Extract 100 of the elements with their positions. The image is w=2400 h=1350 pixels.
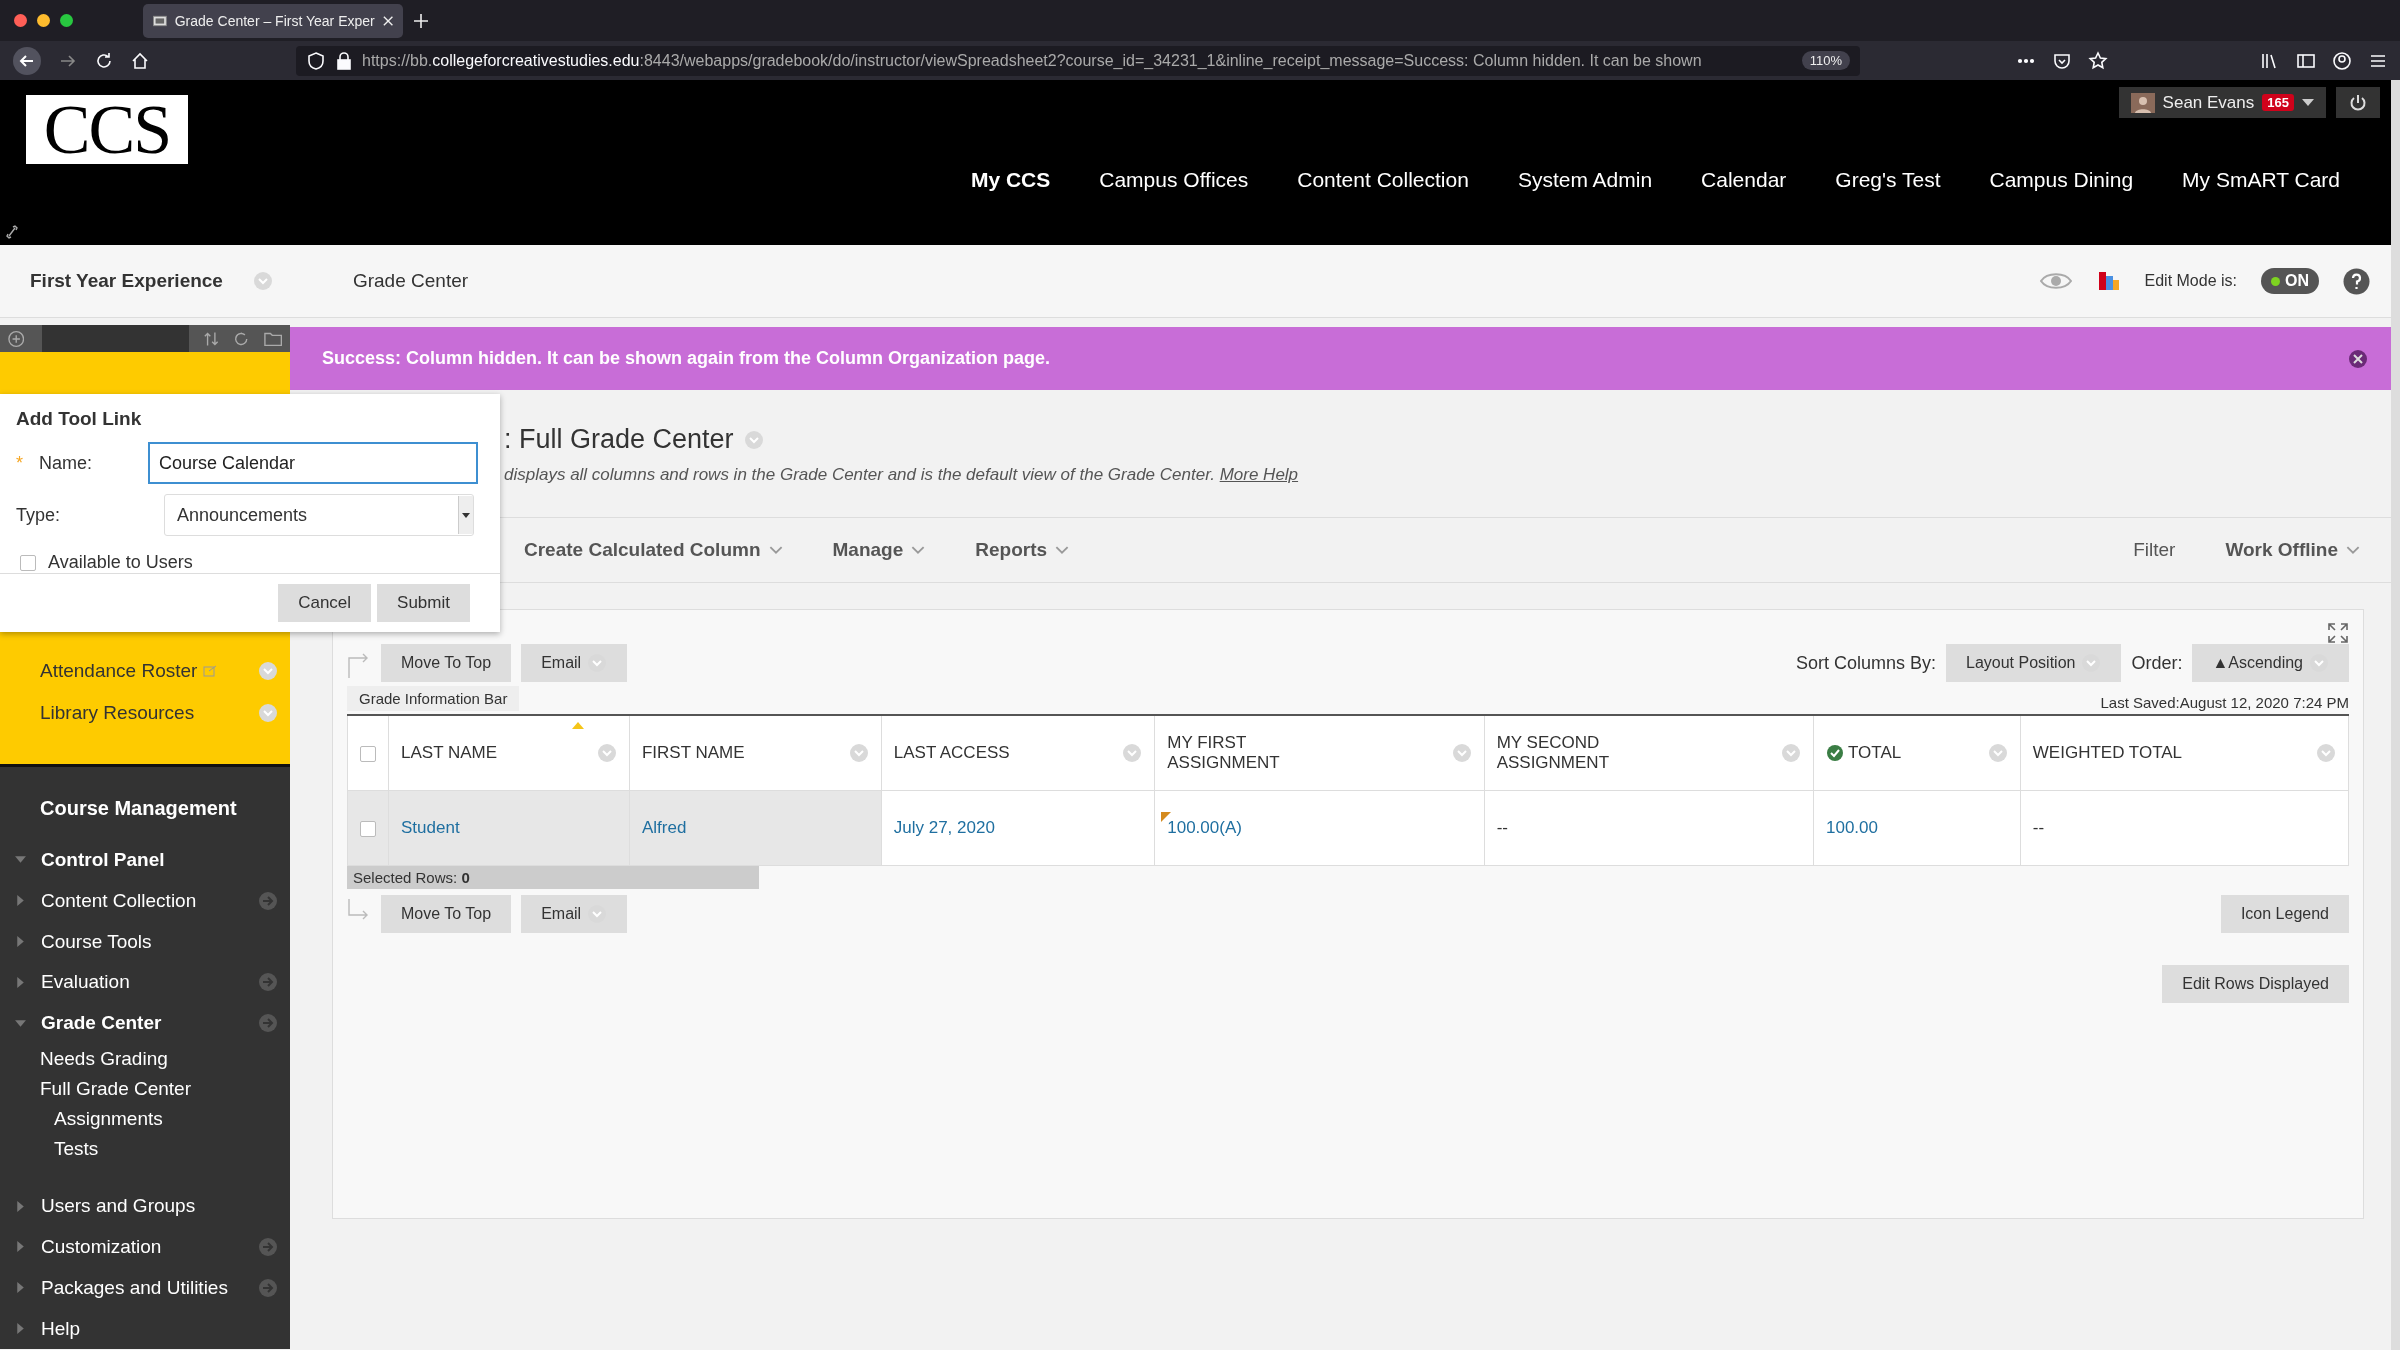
nav-tab[interactable]: Calendar [1701, 168, 1787, 192]
collapsed-triangle-icon[interactable] [14, 1199, 27, 1213]
column-header[interactable]: LAST ACCESS [881, 715, 1155, 791]
course-menu-subitem[interactable]: Assignments [0, 1103, 290, 1134]
fullscreen-icon[interactable] [2327, 622, 2349, 644]
star-icon[interactable] [2088, 50, 2108, 71]
close-icon[interactable] [2348, 348, 2368, 369]
link-icon[interactable] [6, 225, 18, 239]
course-menu-subitem[interactable]: Tests [0, 1133, 290, 1164]
nav-tab[interactable]: Campus Dining [1989, 168, 2134, 192]
grid-button[interactable]: Email [521, 895, 628, 933]
last-saved-text: Last Saved:August 12, 2020 7:24 PM [2100, 694, 2349, 711]
dialog-button[interactable]: Submit [377, 584, 470, 622]
course-breadcrumb[interactable]: First Year Experience [30, 270, 223, 292]
action-menu[interactable]: Filter [2133, 539, 2176, 561]
action-menu[interactable]: Manage [832, 539, 926, 561]
maximize-window-icon[interactable] [60, 14, 73, 27]
shield-icon[interactable] [306, 50, 326, 71]
row-checkbox[interactable] [360, 820, 376, 837]
page-title: : Full Grade Center [504, 424, 734, 455]
arrow-circle-icon[interactable] [258, 1277, 278, 1298]
grid-button[interactable]: Email [521, 644, 628, 682]
nav-tab[interactable]: System Admin [1517, 168, 1653, 192]
course-menu-item[interactable]: Packages and Utilities [0, 1267, 290, 1309]
help-icon[interactable] [2343, 267, 2370, 295]
course-menu-item[interactable]: Customization [0, 1226, 290, 1268]
address-field[interactable]: https://bb.collegeforcreativestudies.edu:8443/webapps/gradebook/do/instructor/viewSpreadsheet2?course_id=_34231_1&inline_receipt_message=Success: Column hidden. It can be shown 110% [296, 45, 1860, 76]
zoom-badge[interactable]: 110% [1801, 51, 1850, 70]
table-cell[interactable]: 100.00(A) [1154, 790, 1485, 866]
table-cell[interactable]: 100.00 [1813, 790, 2021, 866]
arrow-circle-icon[interactable] [258, 1236, 278, 1257]
new-tab-icon[interactable] [413, 12, 429, 29]
course-menu-item[interactable]: Users and Groups [0, 1185, 290, 1227]
grid-button[interactable]: Move To Top [381, 644, 512, 682]
sort-dropdown[interactable]: Layout Position [1946, 644, 2122, 682]
arrow-circle-icon[interactable] [258, 890, 278, 911]
more-help-link[interactable]: More Help [1219, 465, 1299, 484]
notification-badge: 165 [2262, 94, 2294, 111]
course-menu-item[interactable]: Attendance Roster [0, 649, 290, 692]
course-menu-item[interactable]: Course Tools [0, 921, 290, 963]
nav-tab[interactable]: Greg's Test [1835, 168, 1941, 192]
course-menu-item[interactable]: Grade Center [0, 1002, 290, 1044]
grid-button[interactable]: Move To Top [381, 895, 512, 933]
select-all-checkbox[interactable] [360, 745, 376, 762]
name-input-field[interactable]: Course Calendar [148, 442, 478, 484]
icon-legend-button[interactable]: Icon Legend [2220, 895, 2349, 933]
selected-rows-count: Selected Rows: 0 [347, 866, 759, 889]
edit-rows-button[interactable]: Edit Rows Displayed [2162, 965, 2349, 1003]
eye-icon[interactable] [2038, 270, 2073, 292]
arrow-circle-icon[interactable] [258, 1013, 278, 1034]
column-header[interactable]: MY FIRST ASSIGNMENT [1154, 715, 1485, 791]
course-menu-item[interactable]: Help [0, 1308, 290, 1350]
column-header[interactable]: TOTAL [1813, 715, 2021, 791]
type-dropdown[interactable]: Announcements [164, 494, 474, 536]
account-icon[interactable] [2332, 50, 2352, 71]
action-menu[interactable]: Create Calculated Column [524, 539, 783, 561]
order-label: Order: [2131, 652, 2183, 674]
chart-icon[interactable] [2096, 270, 2121, 292]
column-header[interactable]: MY SECOND ASSIGNMENT [1484, 715, 1814, 791]
collapsed-triangle-icon[interactable] [14, 894, 27, 908]
flag-icon [1161, 812, 1172, 822]
minimize-window-icon[interactable] [37, 14, 50, 27]
collapsed-triangle-icon[interactable] [14, 1240, 27, 1254]
nav-tab[interactable]: Content Collection [1297, 168, 1469, 192]
course-menu-item[interactable]: Control Panel [0, 839, 290, 881]
course-menu-item[interactable]: Evaluation [0, 962, 290, 1003]
action-menu[interactable]: Work Offline [2225, 539, 2360, 561]
reload-icon[interactable] [94, 50, 114, 71]
collapsed-triangle-icon[interactable] [14, 935, 27, 949]
table-cell[interactable]: Student [388, 790, 630, 866]
dialog-button[interactable]: Cancel [278, 584, 372, 622]
order-dropdown[interactable]: ▲Ascending [2192, 644, 2349, 682]
course-menu-subitem[interactable]: Needs Grading [0, 1043, 290, 1074]
course-menu-item[interactable]: Content Collection [0, 880, 290, 922]
course-menu-subitem[interactable]: Full Grade Center [0, 1073, 290, 1104]
home-icon[interactable] [130, 50, 150, 71]
browser-tab[interactable]: Grade Center – First Year Exper [143, 3, 403, 38]
scrollbar[interactable] [2391, 80, 2400, 1350]
logout-button[interactable] [2336, 87, 2380, 118]
column-header[interactable]: WEIGHTED TOTAL [2020, 715, 2349, 791]
available-checkbox[interactable] [20, 554, 36, 571]
close-icon[interactable] [382, 14, 393, 27]
table-cell[interactable]: Alfred [629, 790, 882, 866]
arrow-circle-icon[interactable] [258, 972, 278, 993]
user-menu-button[interactable]: Sean Evans 165 [2118, 87, 2326, 118]
lock-icon[interactable] [334, 50, 354, 71]
logo[interactable]: CCS [26, 95, 188, 164]
edit-mode-toggle[interactable]: ON [2261, 268, 2319, 294]
action-menu[interactable]: Reports [975, 539, 1070, 561]
table-cell[interactable]: July 27, 2020 [881, 790, 1155, 866]
collapsed-triangle-icon[interactable] [14, 1322, 27, 1336]
back-icon[interactable] [12, 45, 42, 76]
collapsed-triangle-icon[interactable] [14, 975, 27, 989]
nav-tab[interactable]: Campus Offices [1099, 168, 1249, 192]
close-window-icon[interactable] [14, 14, 27, 27]
add-icon[interactable] [8, 329, 25, 348]
collapsed-triangle-icon[interactable] [14, 1281, 27, 1295]
nav-tab[interactable]: My SmART Card [2182, 168, 2340, 192]
nav-tab[interactable]: My CCS [970, 168, 1051, 192]
course-menu-item[interactable]: Library Resources [0, 691, 290, 734]
